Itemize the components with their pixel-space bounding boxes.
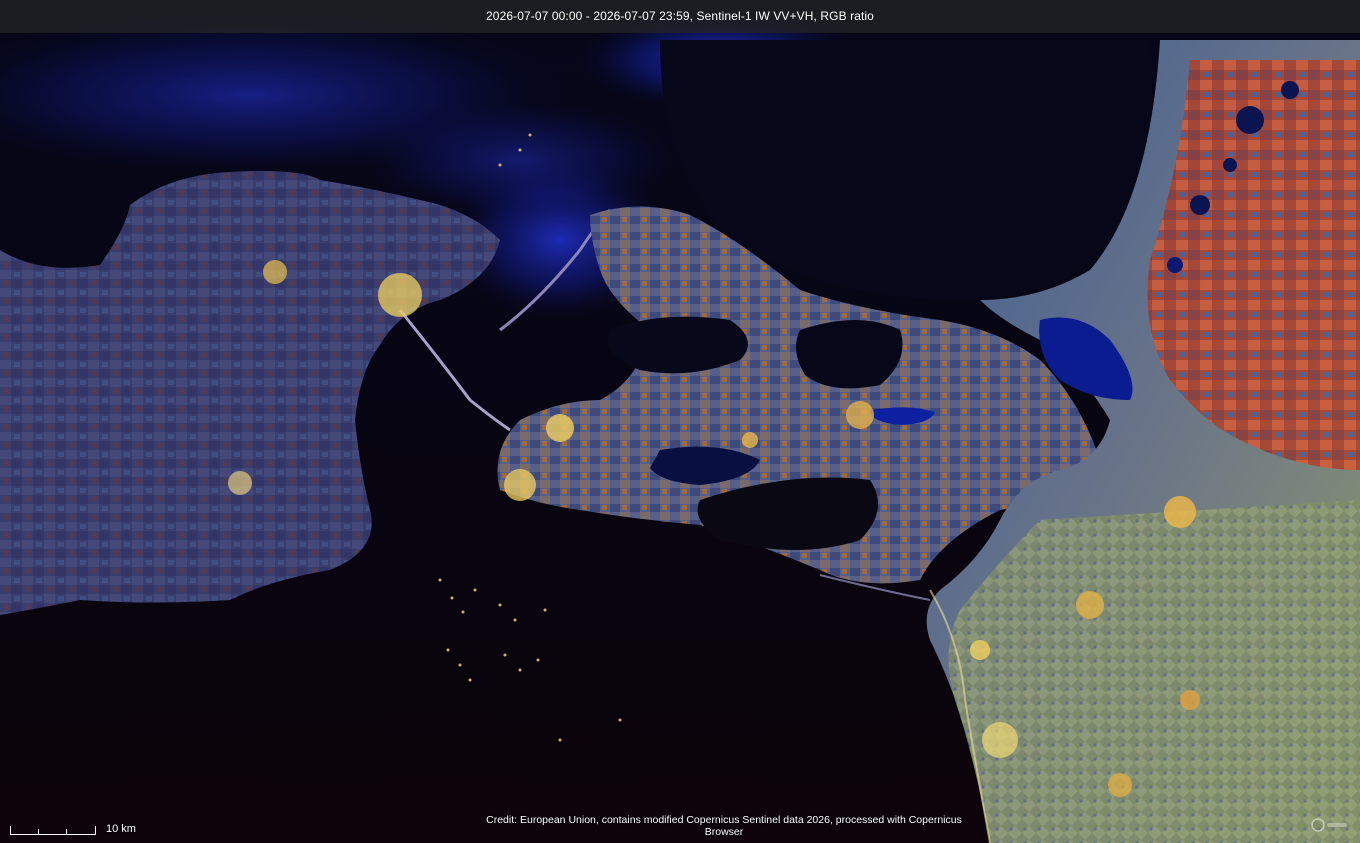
- attribution-credit: Credit: European Union, contains modifie…: [486, 814, 962, 838]
- scale-tick: [66, 829, 67, 834]
- copernicus-logo-icon: [1310, 816, 1350, 837]
- scale-line: [10, 826, 96, 835]
- sar-map-view[interactable]: 2026-07-07 00:00 - 2026-07-07 23:59, Sen…: [0, 0, 1360, 843]
- sar-imagery: [0, 0, 1360, 843]
- scale-tick: [38, 829, 39, 834]
- map-title: 2026-07-07 00:00 - 2026-07-07 23:59, Sen…: [0, 0, 1360, 33]
- scale-bar: 10 km: [10, 824, 136, 835]
- scale-label: 10 km: [106, 823, 136, 835]
